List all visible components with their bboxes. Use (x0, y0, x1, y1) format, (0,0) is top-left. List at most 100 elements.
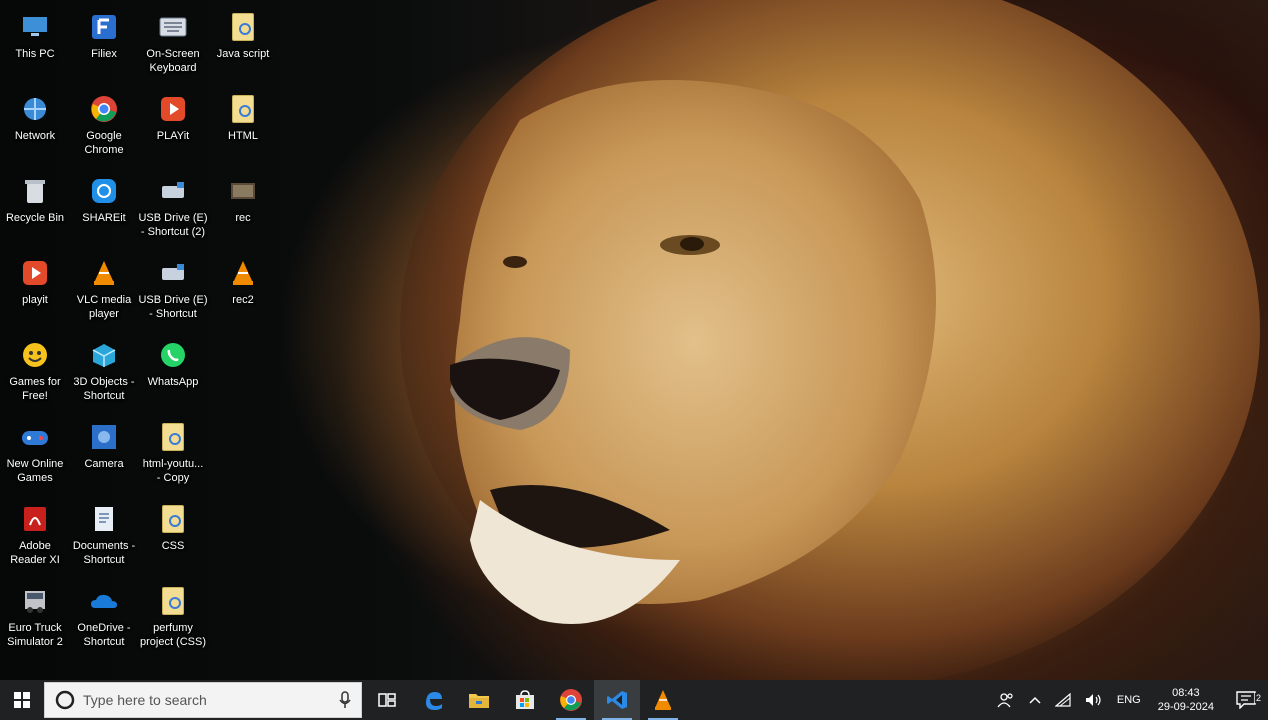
language-indicator[interactable]: ENG (1110, 694, 1148, 706)
recycle-bin-icon (18, 174, 52, 208)
desktop-icon[interactable]: Games for Free! (0, 338, 70, 403)
icon-label: Euro Truck Simulator 2 (7, 622, 63, 648)
adobe-reader-icon (18, 502, 52, 536)
desktop-icon[interactable]: VLC media player (69, 256, 139, 321)
desktop-icon[interactable]: New Online Games (0, 420, 70, 485)
task-view-icon (378, 693, 396, 707)
folder-icon (226, 10, 260, 44)
online-games-icon (18, 420, 52, 454)
desktop-icon[interactable]: HTML (208, 92, 278, 143)
cortana-icon (55, 690, 75, 710)
file-explorer-icon (469, 694, 489, 708)
usb-drive-icon (156, 174, 190, 208)
desktop-icon[interactable]: rec2 (208, 256, 278, 307)
folder-icon (156, 502, 190, 536)
desktop-icon[interactable]: rec (208, 174, 278, 225)
icon-label: SHAREit (82, 212, 126, 224)
windows-icon (14, 692, 30, 708)
desktop-icon[interactable]: On-Screen Keyboard (138, 10, 208, 75)
desktop-icon[interactable]: Adobe Reader XI (0, 502, 70, 567)
desktop-icon[interactable]: Java script (208, 10, 278, 61)
icon-label: Java script (216, 48, 270, 60)
desktop-icon[interactable]: This PC (0, 10, 70, 61)
desktop-icon[interactable]: playit (0, 256, 70, 307)
icon-label: Filiex (91, 48, 117, 60)
search-box[interactable]: Type here to search (44, 682, 362, 718)
icon-label: rec2 (232, 294, 254, 306)
icon-label: rec (235, 212, 251, 224)
store-taskbar-button[interactable] (502, 680, 548, 720)
vlc-icon (226, 256, 260, 290)
lion-wallpaper (400, 0, 1260, 680)
desktop-icon[interactable]: Recycle Bin (0, 174, 70, 225)
playit-icon (156, 92, 190, 126)
desktop-icon[interactable]: Camera (69, 420, 139, 471)
clock-date: 29-09-2024 (1157, 701, 1214, 713)
icon-label: HTML (228, 130, 258, 142)
chrome-icon (560, 689, 582, 711)
shareit-icon (87, 174, 121, 208)
keyboard-icon (156, 10, 190, 44)
desktop-icon[interactable]: Network (0, 92, 70, 143)
truck-icon (18, 584, 52, 618)
usb-drive-icon (156, 256, 190, 290)
this-pc-icon (18, 10, 52, 44)
desktop-icon[interactable]: CSS (138, 502, 208, 553)
desktop-icon[interactable]: OneDrive - Shortcut (69, 584, 139, 649)
icon-label: Games for Free! (9, 376, 61, 402)
icon-label: USB Drive (E) - Shortcut (138, 294, 208, 320)
whatsapp-icon (156, 338, 190, 372)
icon-label: perfumy project (CSS) (139, 622, 207, 648)
icon-label: VLC media player (76, 294, 132, 320)
volume-icon[interactable] (1078, 693, 1110, 707)
action-center-button[interactable]: 2 (1224, 691, 1268, 709)
icon-label: Documents - Shortcut (72, 540, 136, 566)
icon-label: On-Screen Keyboard (146, 48, 200, 74)
vscode-taskbar-button[interactable] (594, 680, 640, 720)
icon-label: Adobe Reader XI (10, 540, 60, 566)
notification-icon (1236, 691, 1256, 709)
people-icon[interactable] (990, 692, 1022, 708)
icon-label: This PC (15, 48, 55, 60)
icon-label: USB Drive (E) - Shortcut (2) (138, 212, 208, 238)
desktop-icon[interactable]: SHAREit (69, 174, 139, 225)
3d-objects-icon (87, 338, 121, 372)
desktop-icon[interactable]: perfumy project (CSS) (138, 584, 208, 649)
start-button[interactable] (0, 680, 44, 720)
desktop-icon[interactable]: Documents - Shortcut (69, 502, 139, 567)
vlc-icon (655, 690, 671, 710)
icon-label: playit (22, 294, 48, 306)
network-status-icon[interactable] (1048, 693, 1078, 707)
task-view-button[interactable] (364, 680, 410, 720)
desktop-icon[interactable]: WhatsApp (138, 338, 208, 389)
desktop-icon[interactable]: USB Drive (E) - Shortcut (2) (138, 174, 208, 239)
desktop-icon[interactable]: Euro Truck Simulator 2 (0, 584, 70, 649)
desktop-icon[interactable]: Google Chrome (69, 92, 139, 157)
desktop-icon[interactable]: 3D Objects - Shortcut (69, 338, 139, 403)
vlc-icon (87, 256, 121, 290)
icon-label: Google Chrome (84, 130, 124, 156)
video-file-icon (226, 174, 260, 208)
onedrive-icon (87, 584, 121, 618)
playit-icon (18, 256, 52, 290)
search-placeholder: Type here to search (83, 692, 207, 708)
show-hidden-icons-chevron-icon[interactable] (1022, 696, 1048, 704)
edge-taskbar-button[interactable] (410, 680, 456, 720)
desktop-icon[interactable]: USB Drive (E) - Shortcut (138, 256, 208, 321)
vlc-taskbar-button[interactable] (640, 680, 686, 720)
edge-icon (426, 692, 442, 710)
file-explorer-taskbar-button[interactable] (456, 680, 502, 720)
folder-icon (226, 92, 260, 126)
icon-label: Camera (84, 458, 124, 470)
taskbar: Type here to search ENG 08:43 29-09-2024… (0, 680, 1268, 720)
desktop-icon[interactable]: PLAYit (138, 92, 208, 143)
desktop-icon[interactable]: html-youtu... - Copy (138, 420, 208, 485)
chrome-icon (87, 92, 121, 126)
microphone-icon[interactable] (339, 691, 351, 709)
icon-label: 3D Objects - Shortcut (73, 376, 135, 402)
documents-icon (87, 502, 121, 536)
desktop-icon[interactable]: Filiex (69, 10, 139, 61)
chrome-taskbar-button[interactable] (548, 680, 594, 720)
clock-time: 08:43 (1172, 687, 1200, 699)
clock[interactable]: 08:43 29-09-2024 (1148, 686, 1224, 714)
